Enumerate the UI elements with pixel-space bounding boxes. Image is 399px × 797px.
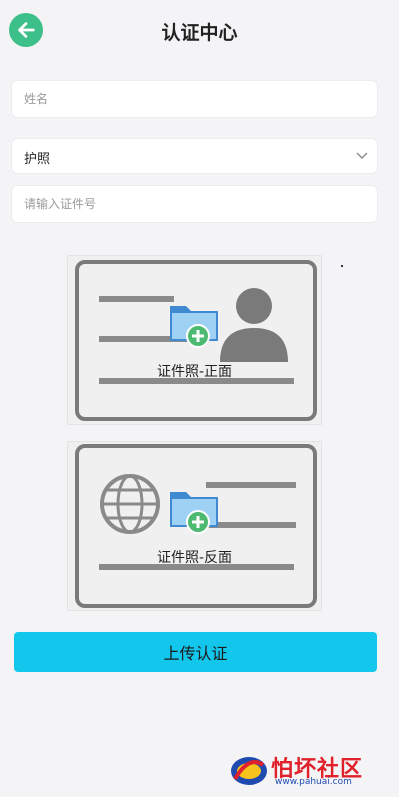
id-number-field[interactable] bbox=[11, 185, 378, 223]
page-title: 认证中心 bbox=[161, 22, 238, 44]
watermark: 怕坏社区 www.pahuai.com bbox=[223, 749, 393, 791]
id-front-upload[interactable]: 证件照-正面 bbox=[67, 255, 322, 425]
folder-add-icon bbox=[170, 492, 218, 534]
doc-type-value: 护照 bbox=[24, 152, 51, 167]
id-front-label: 证件照-正面 bbox=[156, 364, 233, 380]
watermark-url: www.pahuai.com bbox=[275, 777, 352, 787]
chevron-down-icon bbox=[356, 152, 368, 159]
submit-verification-button[interactable]: 上传认证 bbox=[14, 632, 377, 672]
watermark-logo-icon bbox=[231, 757, 267, 785]
name-input[interactable] bbox=[12, 81, 377, 117]
folder-add-icon bbox=[170, 306, 218, 348]
id-back-upload[interactable]: 证件照-反面 bbox=[67, 441, 322, 611]
doc-type-select[interactable]: 护照 bbox=[11, 138, 378, 174]
id-back-label: 证件照-反面 bbox=[156, 550, 233, 566]
stray-dot bbox=[341, 265, 343, 267]
id-number-input[interactable] bbox=[12, 186, 377, 222]
name-field[interactable] bbox=[11, 80, 378, 118]
